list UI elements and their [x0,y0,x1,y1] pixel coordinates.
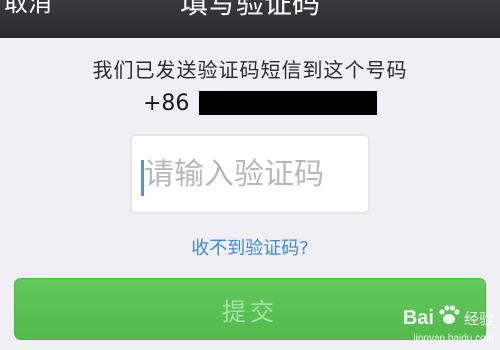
paw-icon [438,304,460,332]
resend-code-link[interactable]: 收不到验证码? [0,234,500,260]
watermark-brand-suffix: 经验 [463,310,494,328]
watermark-url: jingyan.baidu.com [413,333,494,344]
sent-message-prefix: 我们已发送 [92,58,198,82]
verification-screen: 取消 填写验证码 我们已发送验证码短信到这个号码 +86 收不到验证码? 提交 … [0,0,500,350]
sent-message: 我们已发送验证码短信到这个号码 [0,54,500,83]
sent-message-suffix: 到这个号码 [302,58,408,82]
country-code: +86 [143,90,190,116]
watermark-brand-prefix: Bai [402,306,434,329]
watermark-logo: Bai 经验 [374,304,494,332]
phone-number-row: +86 [143,88,378,118]
baidu-jingyan-watermark: Bai 经验 jingyan.baidu.com [374,304,494,344]
sent-message-highlight: 验证码短信 [197,58,303,82]
verification-code-input[interactable] [130,134,370,214]
navigation-bar: 取消 填写验证码 [0,0,500,38]
text-cursor [141,160,144,196]
page-title: 填写验证码 [179,0,320,20]
redacted-phone-number [199,91,378,115]
